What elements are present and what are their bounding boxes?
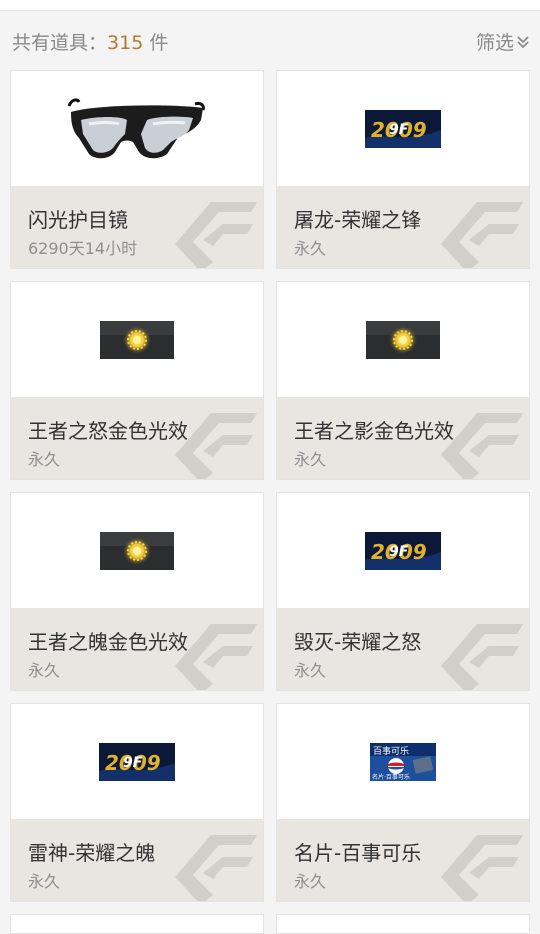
item-card[interactable]: 王者之魄金色光效永久 [10, 492, 264, 691]
honor-badge-icon: 2009 9F [277, 71, 529, 186]
item-duration: 永久 [294, 239, 327, 258]
item-card[interactable]: 王者之怒金色光效永久 [10, 281, 264, 480]
item-name: 雷神-荣耀之魄 [28, 841, 156, 865]
honor-badge-icon: 2009 9F [277, 493, 529, 608]
item-card-partial[interactable] [276, 914, 530, 934]
item-name: 屠龙-荣耀之锋 [294, 208, 422, 232]
cf-watermark-icon [153, 825, 263, 901]
honor-badge-icon: 2009 9F [11, 704, 263, 819]
cf-watermark-icon [419, 614, 529, 690]
count-unit: 件 [149, 32, 169, 54]
item-count: 共有道具：315 件 [12, 28, 168, 55]
item-name: 王者之魄金色光效 [28, 630, 188, 654]
item-card[interactable]: 百事可乐 名片·百事可乐 名片-百事可乐永久 [276, 703, 530, 902]
item-grid: 闪光护目镜 6290天14小时 2009 9F 屠龙-荣耀之锋永久 王者之怒金色光… [10, 70, 530, 934]
filter-label: 筛选 [475, 32, 514, 54]
item-info: 名片-百事可乐永久 [277, 819, 529, 901]
item-card[interactable]: 2009 9F 毁灭-荣耀之怒永久 [276, 492, 530, 691]
item-duration: 永久 [294, 661, 327, 680]
goggles-icon [11, 71, 263, 186]
svg-text:名片·百事可乐: 名片·百事可乐 [372, 773, 410, 781]
golden-glow-icon [11, 282, 263, 397]
item-card[interactable]: 王者之影金色光效永久 [276, 281, 530, 480]
item-name: 王者之影金色光效 [294, 419, 454, 443]
golden-glow-icon [11, 493, 263, 608]
item-info: 闪光护目镜 6290天14小时 [11, 186, 263, 268]
item-card[interactable]: 2009 9F 雷神-荣耀之魄永久 [10, 703, 264, 902]
item-duration: 永久 [28, 872, 61, 891]
count-value: 315 [107, 32, 144, 54]
inventory-header: 共有道具：315 件 筛选 [0, 12, 540, 64]
svg-text:9F: 9F [123, 755, 143, 771]
item-duration: 永久 [294, 450, 327, 469]
double-chevron-down-icon [517, 35, 529, 48]
item-name: 王者之怒金色光效 [28, 419, 188, 443]
cf-watermark-icon [419, 192, 529, 268]
svg-text:9F: 9F [389, 544, 409, 560]
pepsi-card-icon: 百事可乐 名片·百事可乐 [277, 704, 529, 819]
cf-watermark-icon [419, 825, 529, 901]
top-divider [0, 0, 540, 11]
item-info: 王者之魄金色光效永久 [11, 608, 263, 690]
item-name: 毁灭-荣耀之怒 [294, 630, 422, 654]
item-info: 屠龙-荣耀之锋永久 [277, 186, 529, 268]
item-name: 闪光护目镜 [28, 208, 128, 232]
svg-text:百事可乐: 百事可乐 [373, 745, 409, 757]
item-duration: 永久 [28, 661, 61, 680]
item-card-partial[interactable] [10, 914, 264, 934]
item-info: 毁灭-荣耀之怒永久 [277, 608, 529, 690]
item-card[interactable]: 2009 9F 屠龙-荣耀之锋永久 [276, 70, 530, 269]
filter-button[interactable]: 筛选 [476, 28, 530, 55]
item-duration: 永久 [28, 450, 61, 469]
golden-glow-icon [277, 282, 529, 397]
item-info: 王者之影金色光效永久 [277, 397, 529, 479]
item-duration: 永久 [294, 872, 327, 891]
item-info: 雷神-荣耀之魄永久 [11, 819, 263, 901]
item-card[interactable]: 闪光护目镜 6290天14小时 [10, 70, 264, 269]
item-info: 王者之怒金色光效永久 [11, 397, 263, 479]
count-prefix: 共有道具： [12, 32, 108, 54]
item-duration: 6290天14小时 [28, 239, 138, 258]
item-name: 名片-百事可乐 [294, 841, 422, 865]
svg-text:9F: 9F [389, 122, 409, 138]
cf-watermark-icon [153, 192, 263, 268]
